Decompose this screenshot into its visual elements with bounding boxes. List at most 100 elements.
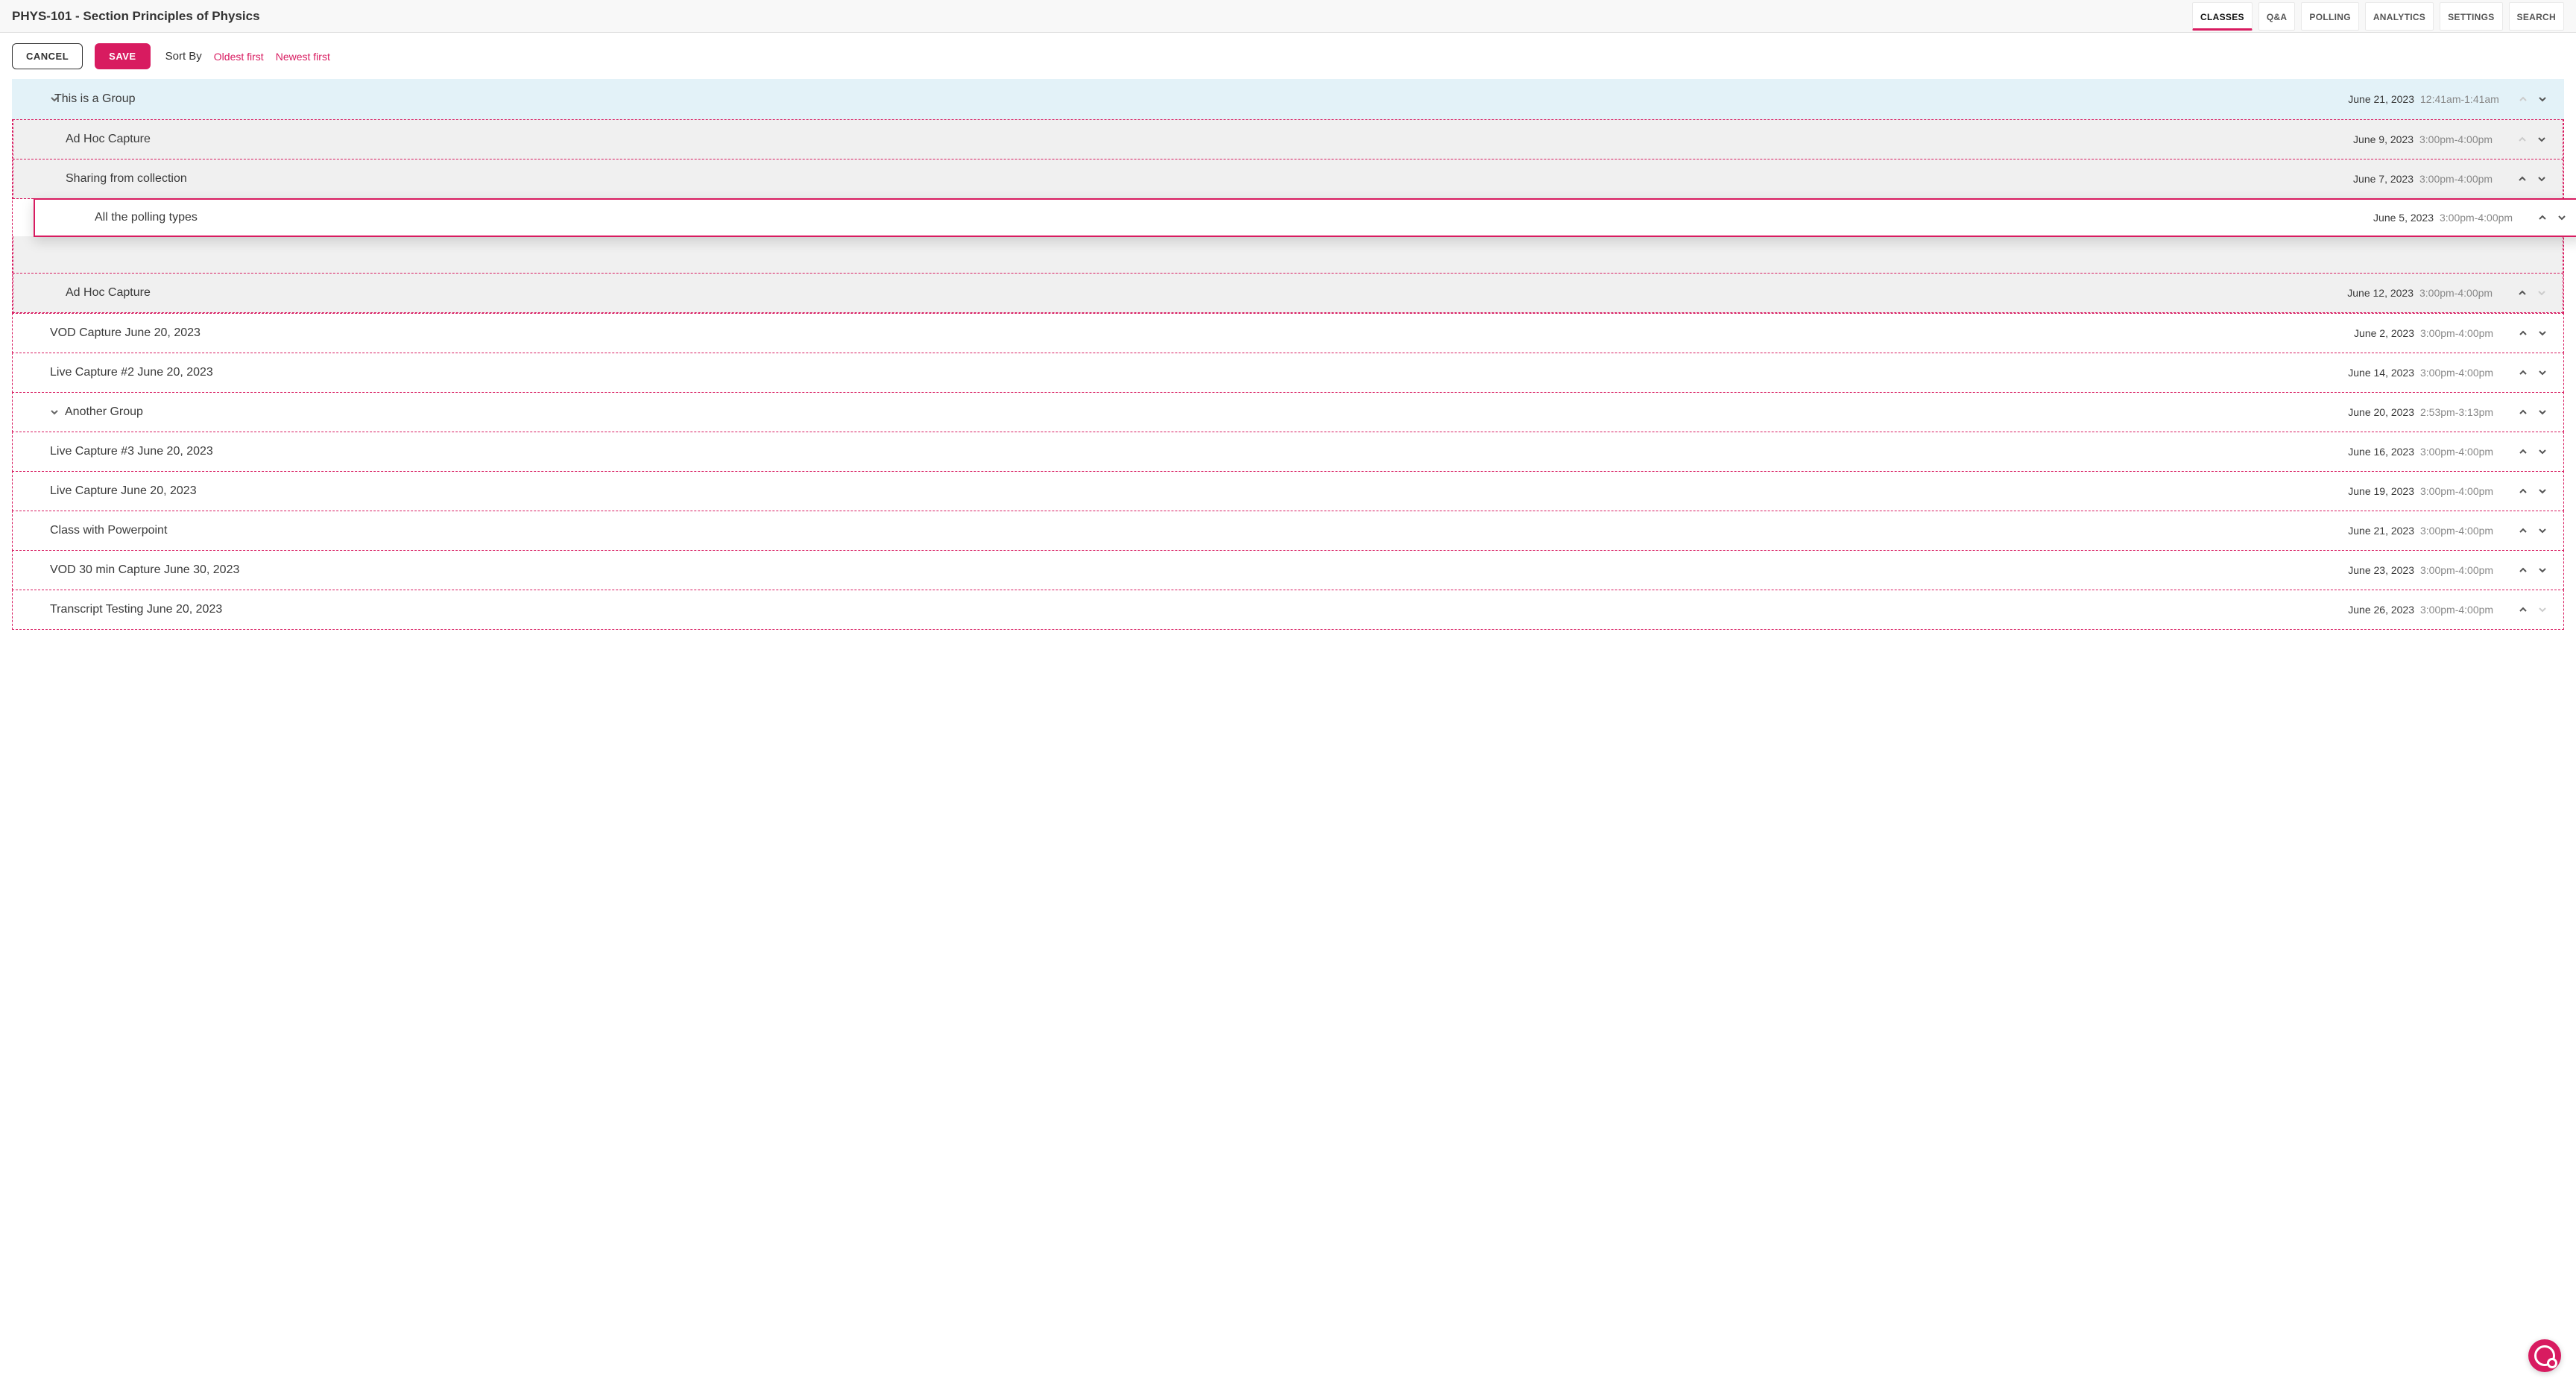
row-title: VOD Capture June 20, 2023 <box>50 326 2354 340</box>
move-down-icon[interactable] <box>2536 485 2548 497</box>
move-up-icon[interactable] <box>2517 406 2529 418</box>
list-row[interactable]: Live Capture #3 June 20, 2023June 16, 20… <box>12 432 2564 472</box>
move-down-icon[interactable] <box>2536 446 2548 458</box>
row-title: Class with Powerpoint <box>50 524 2348 537</box>
row-title: Ad Hoc Capture <box>66 286 2347 300</box>
move-down-icon[interactable] <box>2536 367 2548 379</box>
row-date: June 21, 2023 <box>2348 93 2414 105</box>
list-row[interactable]: Another GroupJune 20, 2023 2:53pm-3:13pm <box>12 392 2564 432</box>
save-button[interactable]: SAVE <box>95 43 150 69</box>
row-time: 3:00pm-4:00pm <box>2419 133 2501 145</box>
list-row[interactable]: VOD Capture June 20, 2023June 2, 2023 3:0… <box>12 313 2564 353</box>
move-up-icon[interactable] <box>2517 327 2529 339</box>
row-time: 3:00pm-4:00pm <box>2420 604 2502 616</box>
list-row[interactable]: Live Capture #2 June 20, 2023June 14, 20… <box>12 353 2564 393</box>
list-row[interactable]: All the polling typesJune 5, 20233:00pm-… <box>34 198 2576 237</box>
move-up-icon[interactable] <box>2517 564 2529 576</box>
row-date: June 16, 2023 <box>2348 446 2414 458</box>
row-date: June 2, 2023 <box>2354 327 2414 339</box>
row-date: June 19, 2023 <box>2348 485 2414 497</box>
move-down-icon[interactable] <box>2556 212 2568 224</box>
class-list: This is a GroupJune 21, 202312:41am-1:41… <box>0 79 2576 660</box>
move-up-icon[interactable] <box>2516 287 2528 299</box>
reorder-controls <box>2516 287 2548 299</box>
list-row[interactable]: Ad Hoc CaptureJune 12, 2023 3:00pm-4:00pm <box>13 273 2563 313</box>
list-row[interactable]: Live Capture June 20, 2023June 19, 20233… <box>12 471 2564 511</box>
row-title: All the polling types <box>95 211 2373 224</box>
tab-classes[interactable]: CLASSES <box>2192 2 2253 31</box>
header: PHYS-101 - Section Principles of Physics… <box>0 0 2576 33</box>
row-title: Ad Hoc Capture <box>66 133 2353 146</box>
chevron-down-icon[interactable] <box>50 94 60 104</box>
list-row[interactable]: Sharing from collectionJune 7, 20233:00p… <box>13 159 2563 199</box>
toolbar: CANCEL SAVE Sort By Oldest first Newest … <box>0 33 2576 80</box>
move-up-icon <box>2517 93 2529 105</box>
move-down-icon[interactable] <box>2536 406 2548 418</box>
move-down-icon[interactable] <box>2536 133 2548 145</box>
help-icon <box>2534 1345 2555 1366</box>
reorder-controls <box>2536 212 2568 224</box>
move-down-icon[interactable] <box>2536 93 2548 105</box>
row-time: 3:00pm-4:00pm <box>2420 564 2502 576</box>
help-fab[interactable] <box>2528 1339 2561 1372</box>
sortby-label: Sort By <box>165 50 202 63</box>
row-time: 3:00pm-4:00pm <box>2419 287 2501 299</box>
move-down-icon[interactable] <box>2536 173 2548 185</box>
sort-newest-link[interactable]: Newest first <box>276 51 330 63</box>
move-up-icon[interactable] <box>2536 212 2548 224</box>
row-time: 3:00pm-4:00pm <box>2420 525 2502 537</box>
reorder-controls <box>2517 93 2548 105</box>
list-row[interactable]: Class with PowerpointJune 21, 2023 3:00pm… <box>12 511 2564 551</box>
reorder-controls <box>2516 133 2548 145</box>
sort-oldest-link[interactable]: Oldest first <box>214 51 264 63</box>
move-up-icon[interactable] <box>2517 367 2529 379</box>
list-row[interactable]: VOD 30 min Capture June 30, 2023June 23,… <box>12 550 2564 590</box>
row-time: 3:00pm-4:00pm <box>2420 327 2502 339</box>
chevron-down-icon[interactable] <box>50 407 60 417</box>
cancel-button[interactable]: CANCEL <box>12 43 83 69</box>
reorder-controls <box>2517 446 2548 458</box>
tab-polling[interactable]: POLLING <box>2301 2 2358 31</box>
move-down-icon[interactable] <box>2536 327 2548 339</box>
row-title: This is a Group <box>54 92 2348 106</box>
move-down-icon[interactable] <box>2536 564 2548 576</box>
row-date: June 21, 2023 <box>2348 525 2414 537</box>
row-date: June 12, 2023 <box>2347 287 2414 299</box>
list-row[interactable]: Ad Hoc CaptureJune 9, 20233:00pm-4:00pm <box>13 119 2563 159</box>
reorder-controls <box>2517 327 2548 339</box>
row-time: 3:00pm-4:00pm <box>2420 446 2502 458</box>
move-down-icon[interactable] <box>2536 525 2548 537</box>
move-up-icon[interactable] <box>2517 446 2529 458</box>
move-up-icon[interactable] <box>2517 485 2529 497</box>
reorder-controls <box>2517 604 2548 616</box>
row-time: 2:53pm-3:13pm <box>2420 406 2502 418</box>
tab-settings[interactable]: SETTINGS <box>2440 2 2502 31</box>
nav-tabs: CLASSES Q&A POLLING ANALYTICS SETTINGS S… <box>2192 2 2564 31</box>
row-title: Live Capture #3 June 20, 2023 <box>50 445 2348 458</box>
row-date: June 5, 2023 <box>2373 212 2434 224</box>
group-header-row[interactable]: This is a GroupJune 21, 202312:41am-1:41… <box>12 79 2564 119</box>
move-up-icon[interactable] <box>2517 525 2529 537</box>
row-title: Sharing from collection <box>66 172 2353 186</box>
row-time: 3:00pm-4:00pm <box>2419 173 2501 185</box>
row-title: VOD 30 min Capture June 30, 2023 <box>50 563 2348 577</box>
tab-search[interactable]: SEARCH <box>2509 2 2564 31</box>
move-up-icon[interactable] <box>2517 604 2529 616</box>
drop-spacer <box>13 236 2563 274</box>
group-container: Ad Hoc CaptureJune 9, 20233:00pm-4:00pmS… <box>12 119 2564 314</box>
move-down-icon <box>2536 287 2548 299</box>
row-date: June 23, 2023 <box>2348 564 2414 576</box>
row-title: Another Group <box>65 405 2348 419</box>
row-time: 3:00pm-4:00pm <box>2420 367 2502 379</box>
move-up-icon[interactable] <box>2516 173 2528 185</box>
row-time: 3:00pm-4:00pm <box>2420 485 2502 497</box>
list-row[interactable]: Transcript Testing June 20, 2023June 26,… <box>12 590 2564 630</box>
tab-analytics[interactable]: ANALYTICS <box>2365 2 2434 31</box>
move-down-icon <box>2536 604 2548 616</box>
row-date: June 20, 2023 <box>2348 406 2414 418</box>
tab-qa[interactable]: Q&A <box>2258 2 2296 31</box>
row-date: June 14, 2023 <box>2348 367 2414 379</box>
move-up-icon <box>2516 133 2528 145</box>
reorder-controls <box>2517 525 2548 537</box>
reorder-controls <box>2517 367 2548 379</box>
